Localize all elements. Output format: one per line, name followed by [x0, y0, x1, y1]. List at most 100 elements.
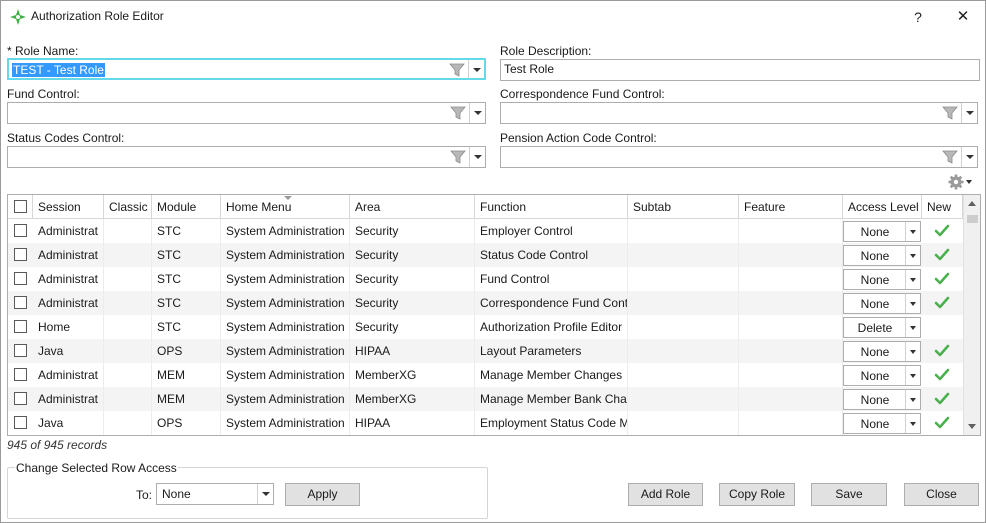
cell-session: Administrat	[33, 363, 104, 387]
column-header-module[interactable]: Module	[152, 195, 221, 219]
chevron-down-icon[interactable]	[469, 103, 485, 123]
status-codes-control-combo[interactable]	[7, 146, 486, 168]
checkmark-icon	[934, 224, 950, 237]
row-checkbox[interactable]	[14, 368, 27, 381]
row-checkbox[interactable]	[14, 272, 27, 285]
cell-home-menu: System Administration	[221, 387, 350, 411]
to-access-select[interactable]: None	[156, 483, 274, 505]
column-header-function[interactable]: Function	[475, 195, 628, 219]
add-role-button[interactable]: Add Role	[628, 483, 703, 506]
chevron-down-icon[interactable]	[905, 390, 920, 409]
row-checkbox[interactable]	[14, 296, 27, 309]
cell-function: Manage Member Bank Cha	[475, 387, 628, 411]
role-name-label: * Role Name:	[7, 44, 79, 58]
column-header-area[interactable]: Area	[350, 195, 475, 219]
table-row[interactable]: Administrat STC System Administration Se…	[8, 219, 963, 243]
vertical-scrollbar[interactable]	[963, 195, 980, 435]
checkmark-icon	[934, 272, 950, 285]
copy-role-button[interactable]: Copy Role	[719, 483, 795, 506]
role-description-input[interactable]: Test Role	[500, 59, 980, 81]
column-header-home-menu[interactable]: Home Menu	[221, 195, 350, 219]
cell-classic	[104, 411, 152, 435]
checkmark-icon	[934, 368, 950, 381]
table-row[interactable]: Administrat STC System Administration Se…	[8, 243, 963, 267]
cell-home-menu: System Administration	[221, 243, 350, 267]
cell-module: STC	[152, 243, 221, 267]
table-row[interactable]: Administrat STC System Administration Se…	[8, 267, 963, 291]
column-header-access-level[interactable]: Access Level	[843, 195, 922, 219]
save-button[interactable]: Save	[811, 483, 887, 506]
column-header-session[interactable]: Session	[33, 195, 104, 219]
column-header-new[interactable]: New	[922, 195, 963, 219]
access-level-value: None	[860, 297, 890, 311]
access-level-select[interactable]: None	[843, 293, 921, 314]
pension-action-code-control-combo[interactable]	[500, 146, 978, 168]
filter-icon[interactable]	[449, 63, 465, 77]
chevron-down-icon[interactable]	[905, 294, 920, 313]
scroll-up-icon[interactable]	[964, 195, 980, 212]
chevron-down-icon[interactable]	[905, 414, 920, 433]
access-level-select[interactable]: None	[843, 413, 921, 434]
chevron-down-icon[interactable]	[961, 147, 977, 167]
correspondence-fund-control-label: Correspondence Fund Control:	[500, 87, 665, 101]
chevron-down-icon[interactable]	[905, 318, 920, 337]
row-checkbox[interactable]	[14, 320, 27, 333]
table-row[interactable]: Java OPS System Administration HIPAA Lay…	[8, 339, 963, 363]
close-button[interactable]: Close	[904, 483, 979, 506]
cell-subtab	[628, 243, 739, 267]
table-row[interactable]: Administrat STC System Administration Se…	[8, 291, 963, 315]
cell-classic	[104, 267, 152, 291]
fund-control-combo[interactable]	[7, 102, 486, 124]
filter-icon[interactable]	[942, 150, 958, 164]
chevron-down-icon[interactable]	[469, 147, 485, 167]
row-checkbox[interactable]	[14, 392, 27, 405]
select-all-checkbox[interactable]	[14, 200, 27, 213]
gear-icon[interactable]	[948, 174, 976, 190]
cell-session: Administrat	[33, 291, 104, 315]
column-header-subtab[interactable]: Subtab	[628, 195, 739, 219]
filter-icon[interactable]	[450, 106, 466, 120]
column-header-feature[interactable]: Feature	[739, 195, 843, 219]
chevron-down-icon[interactable]	[905, 222, 920, 241]
table-row[interactable]: Administrat MEM System Administration Me…	[8, 387, 963, 411]
access-level-select[interactable]: None	[843, 389, 921, 410]
access-level-select[interactable]: None	[843, 341, 921, 362]
scroll-down-icon[interactable]	[964, 418, 980, 435]
chevron-down-icon[interactable]	[905, 366, 920, 385]
table-row[interactable]: Administrat MEM System Administration Me…	[8, 363, 963, 387]
cell-home-menu: System Administration	[221, 315, 350, 339]
apply-button[interactable]: Apply	[285, 483, 360, 506]
filter-icon[interactable]	[450, 150, 466, 164]
row-checkbox[interactable]	[14, 416, 27, 429]
scroll-thumb[interactable]	[967, 215, 978, 223]
role-name-combo[interactable]: TEST - Test Role	[7, 58, 486, 80]
cell-module: OPS	[152, 411, 221, 435]
cell-area: Security	[350, 219, 475, 243]
access-level-select[interactable]: None	[843, 365, 921, 386]
access-level-select[interactable]: None	[843, 245, 921, 266]
filter-icon[interactable]	[942, 106, 958, 120]
row-checkbox[interactable]	[14, 248, 27, 261]
access-level-select[interactable]: None	[843, 221, 921, 242]
to-access-value: None	[162, 487, 191, 501]
row-checkbox[interactable]	[14, 224, 27, 237]
chevron-down-icon[interactable]	[905, 246, 920, 265]
column-header-classic[interactable]: Classic	[104, 195, 152, 219]
access-level-select[interactable]: None	[843, 269, 921, 290]
chevron-down-icon[interactable]	[905, 270, 920, 289]
cell-function: Authorization Profile Editor	[475, 315, 628, 339]
checkmark-icon	[934, 416, 950, 429]
chevron-down-icon[interactable]	[961, 103, 977, 123]
cell-module: STC	[152, 219, 221, 243]
table-row[interactable]: Java OPS System Administration HIPAA Emp…	[8, 411, 963, 435]
chevron-down-icon[interactable]	[257, 484, 273, 504]
chevron-down-icon[interactable]	[468, 60, 484, 78]
close-window-button[interactable]: ✕	[948, 6, 978, 28]
row-checkbox[interactable]	[14, 344, 27, 357]
help-button[interactable]: ?	[903, 6, 933, 28]
cell-module: STC	[152, 315, 221, 339]
chevron-down-icon[interactable]	[905, 342, 920, 361]
access-level-select[interactable]: Delete	[843, 317, 921, 338]
correspondence-fund-control-combo[interactable]	[500, 102, 978, 124]
table-row[interactable]: Home STC System Administration Security …	[8, 315, 963, 339]
